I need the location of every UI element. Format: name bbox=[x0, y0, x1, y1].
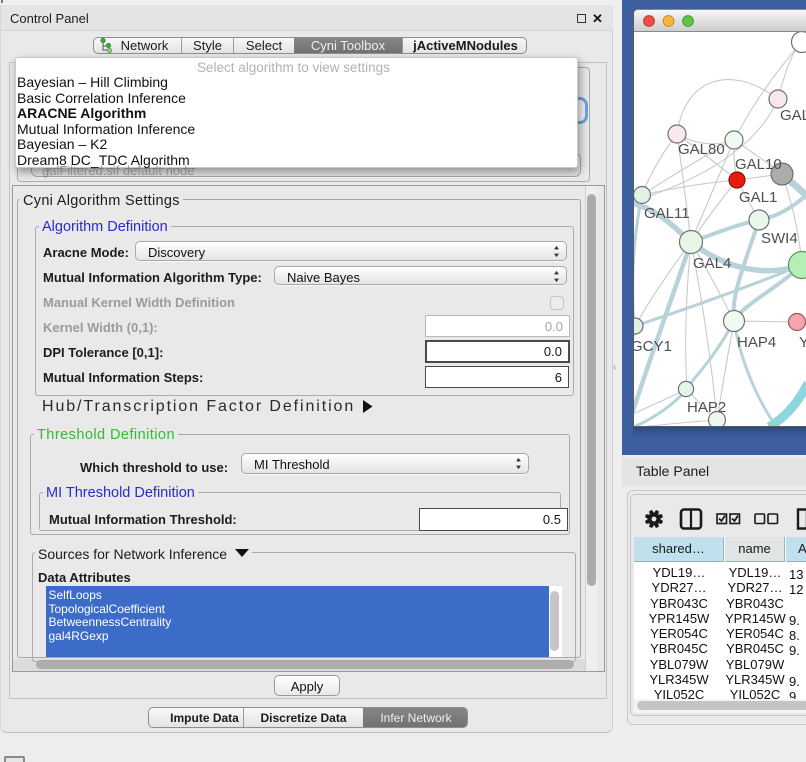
svg-text:SWI4: SWI4 bbox=[761, 230, 798, 247]
svg-text:GAL1: GAL1 bbox=[739, 189, 777, 206]
svg-text:GAL11: GAL11 bbox=[644, 205, 690, 222]
svg-text:GAL80: GAL80 bbox=[678, 141, 725, 158]
svg-text:GCY1: GCY1 bbox=[634, 338, 672, 355]
svg-text:GAL7: GAL7 bbox=[780, 107, 806, 124]
svg-text:Y: Y bbox=[799, 334, 806, 351]
svg-text:GAL4: GAL4 bbox=[693, 255, 731, 272]
svg-text:HAP2: HAP2 bbox=[687, 399, 726, 416]
svg-text:GAL10: GAL10 bbox=[735, 156, 782, 173]
svg-text:HAP4: HAP4 bbox=[737, 334, 776, 351]
